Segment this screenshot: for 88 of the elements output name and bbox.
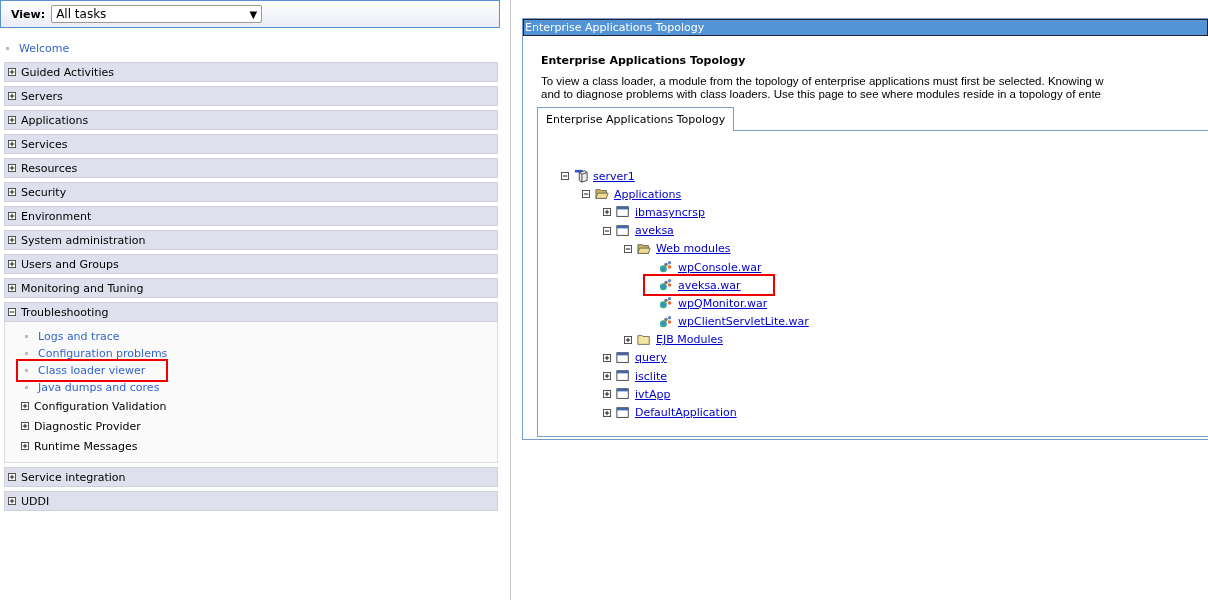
nav-group-label[interactable]: Diagnostic Provider: [34, 419, 141, 433]
expand-icon[interactable]: [21, 442, 29, 450]
folder-icon: [636, 241, 652, 256]
nav-link[interactable]: Logs and trace: [38, 330, 120, 343]
collapse-icon[interactable]: [561, 172, 569, 181]
tree-link[interactable]: Web modules: [656, 242, 731, 256]
nav-group-label[interactable]: Runtime Messages: [34, 439, 138, 453]
window-icon: [615, 223, 631, 238]
globe-network-icon: [658, 260, 674, 275]
expand-icon[interactable]: [8, 473, 16, 481]
globe-network-icon: [658, 278, 674, 293]
nav-section-header[interactable]: System administration: [4, 230, 498, 250]
description-line: To view a class loader, a module from the topology of enterprise applications must first be selected. Knowing w: [541, 75, 1104, 88]
expand-icon[interactable]: [8, 497, 16, 505]
expand-icon[interactable]: [8, 116, 16, 124]
collapse-icon[interactable]: [603, 226, 611, 235]
nav-section-header[interactable]: Users and Groups: [4, 254, 498, 274]
nav-section-header[interactable]: Applications: [4, 110, 498, 130]
nav-section-header[interactable]: Resources: [4, 158, 498, 178]
bullet-icon: [25, 335, 28, 338]
nav-group-label[interactable]: Configuration Validation: [34, 399, 167, 413]
window-icon: [615, 205, 631, 220]
folder-icon: [636, 332, 652, 347]
expand-icon[interactable]: [603, 390, 611, 399]
window-icon: [615, 387, 631, 402]
bullet-icon: [25, 386, 28, 389]
nav-link[interactable]: Class loader viewer: [38, 364, 146, 377]
nav-section-header[interactable]: Environment: [4, 206, 498, 226]
window-icon: [615, 405, 631, 420]
expand-icon[interactable]: [8, 164, 16, 172]
expand-icon[interactable]: [8, 260, 16, 268]
tree-link[interactable]: aveksa: [635, 224, 674, 238]
dropdown-arrow-icon: ▼: [249, 8, 258, 20]
expand-icon[interactable]: [8, 68, 16, 76]
expand-icon[interactable]: [603, 353, 611, 362]
view-label: View:: [11, 7, 46, 21]
tree-link[interactable]: ivtApp: [635, 387, 671, 401]
expand-icon[interactable]: [8, 236, 16, 244]
expand-icon[interactable]: [8, 188, 16, 196]
expand-icon[interactable]: [603, 372, 611, 381]
window-icon: [615, 369, 631, 384]
collapse-icon[interactable]: [582, 190, 590, 199]
window-icon: [615, 350, 631, 365]
page-heading: Enterprise Applications Topology: [541, 54, 747, 67]
tree-link[interactable]: EJB Modules: [656, 333, 723, 347]
tree-link[interactable]: Applications: [614, 187, 682, 201]
bullet-icon: [25, 352, 28, 355]
bullet-icon: [25, 369, 28, 372]
tree-link[interactable]: DefaultApplication: [635, 406, 737, 420]
nav-link[interactable]: Configuration problems: [38, 347, 168, 360]
expand-icon[interactable]: [21, 402, 29, 410]
server-icon: [573, 169, 589, 184]
nav-section-header[interactable]: UDDI: [4, 491, 498, 511]
view-dropdown[interactable]: All tasks ▼: [51, 5, 263, 23]
bullet-icon: [6, 46, 9, 50]
tree-link[interactable]: ibmasyncrsp: [635, 205, 705, 219]
nav-section-header[interactable]: Troubleshooting: [4, 302, 498, 322]
collapse-icon[interactable]: [8, 308, 16, 316]
expand-icon[interactable]: [603, 208, 611, 217]
tree-link[interactable]: query: [635, 351, 667, 365]
expand-icon[interactable]: [603, 408, 611, 417]
nav-section-header[interactable]: Guided Activities: [4, 62, 498, 82]
tree-link[interactable]: wpConsole.war: [678, 260, 762, 274]
tree-link[interactable]: wpQMonitor.war: [678, 296, 768, 310]
expand-icon[interactable]: [624, 335, 632, 344]
expand-icon[interactable]: [8, 92, 16, 100]
nav-link[interactable]: Java dumps and cores: [38, 381, 160, 394]
expand-icon[interactable]: [8, 284, 16, 292]
collapse-icon[interactable]: [624, 244, 632, 253]
nav-section-header[interactable]: Monitoring and Tuning: [4, 278, 498, 298]
nav-section-header[interactable]: Security: [4, 182, 498, 202]
portlet-title-bar: Enterprise Applications Topology: [523, 19, 1208, 36]
folder-icon: [594, 187, 610, 202]
nav-section-header[interactable]: Service integration: [4, 467, 498, 487]
nav-section-header[interactable]: Services: [4, 134, 498, 154]
tree-link[interactable]: wpClientServletLite.war: [678, 315, 809, 329]
expand-icon[interactable]: [8, 140, 16, 148]
expand-icon[interactable]: [8, 212, 16, 220]
welcome-link[interactable]: Welcome: [19, 41, 70, 55]
nav-section-header[interactable]: Servers: [4, 86, 498, 106]
tab[interactable]: Enterprise Applications Topology: [537, 107, 735, 131]
tree-link[interactable]: server1: [593, 169, 635, 183]
description-line: and to diagnose problems with class loaders. Use this page to see where modules reside in a topology of ente: [541, 88, 1101, 101]
globe-network-icon: [658, 314, 674, 329]
expand-icon[interactable]: [21, 422, 29, 430]
tree-link[interactable]: isclite: [635, 369, 668, 383]
globe-network-icon: [658, 296, 674, 311]
tree-link[interactable]: aveksa.war: [678, 278, 741, 292]
